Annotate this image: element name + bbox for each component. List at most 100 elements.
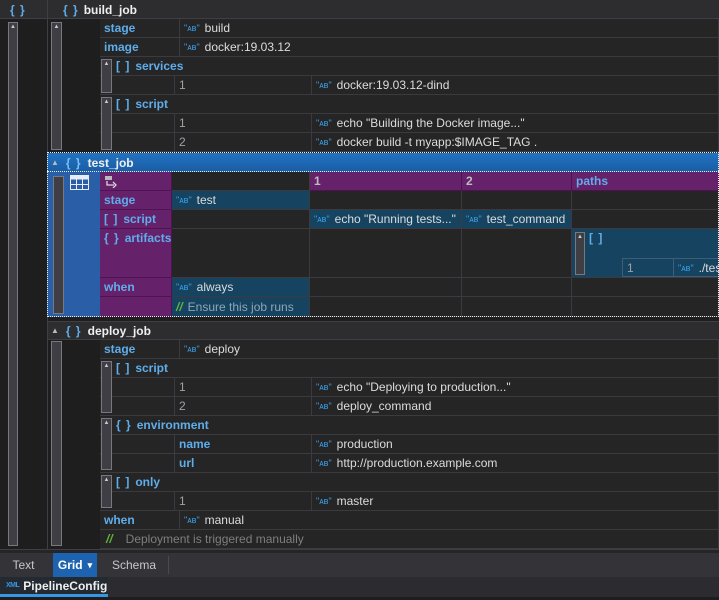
object-icon: { } [66,156,82,170]
collapse-arrow-icon[interactable]: ▲ [51,158,59,167]
build-image-key-cell[interactable]: image [100,38,180,57]
build-image-value-cell[interactable]: "ᴀʙ" docker:19.03.12 [180,38,719,57]
key-label: only [135,475,160,489]
empty-cell[interactable] [572,297,719,317]
empty-cell[interactable] [462,191,572,210]
deploy-script-item1-value-cell[interactable]: "ᴀʙ" echo "Deploying to production..." [312,378,719,397]
empty-cell[interactable] [310,191,462,210]
tab-label: Schema [112,558,156,572]
value-text: deploy_command [337,399,432,413]
empty-cell[interactable] [462,229,572,278]
test-script-item2-cell[interactable]: "ᴀʙ" test_command [462,210,572,229]
value-text: echo "Deploying to production..." [337,380,511,394]
collapse-arrow-icon: ▲ [102,477,111,484]
array-icon: [ ] [104,212,118,226]
only-item-value-cell[interactable]: "ᴀʙ" master [312,492,719,511]
test-table-corner-cell[interactable] [100,172,172,191]
empty-cell[interactable] [172,229,310,278]
root-collapse-bar[interactable]: ▲ [8,22,18,546]
string-type-icon: "ᴀʙ" [466,214,482,224]
test-when-key-cell[interactable]: when [100,278,172,297]
build-script-item2-index-cell[interactable]: 2 [175,133,312,152]
test-when-value-cell[interactable]: "ᴀʙ" always [172,278,310,297]
json-grid-editor: { } { } build_job ▲ ▲ stage "ᴀʙ" build i… [0,0,719,600]
build-stage-key-cell[interactable]: stage [100,19,180,38]
deploy-script-header-cell[interactable]: [ ] script [100,359,719,378]
test-when-comment-cell[interactable]: // Ensure this job runs [172,297,310,317]
table-view-icon[interactable] [70,175,89,190]
tab-text[interactable]: Text [0,553,47,577]
collapse-arrow-icon[interactable]: ▲ [51,326,59,335]
tab-schema[interactable]: Schema [103,553,165,577]
key-label: script [135,361,168,375]
test-comment-gutter-cell[interactable] [100,297,172,317]
deploy-script-item1-index-cell[interactable]: 1 [175,378,312,397]
paths-item-index-cell[interactable]: 1 [622,258,674,277]
test-job-collapse-bar[interactable] [53,176,64,314]
deploy-job-header[interactable]: ▲ { } deploy_job [48,321,719,340]
build-script-item1-index-cell[interactable]: 1 [175,114,312,133]
empty-cell[interactable] [462,278,572,297]
build-job-header[interactable]: { } build_job [48,0,719,19]
file-tab-pipelineconfig[interactable]: XML PipelineConfig [0,577,108,597]
deploy-job-collapse-bar[interactable] [51,341,62,546]
test-script-key-cell[interactable]: [ ] script [100,210,172,229]
empty-cell[interactable] [462,297,572,317]
environment-url-key-cell[interactable]: url [175,454,312,473]
only-item-index-cell[interactable]: 1 [175,492,312,511]
empty-cell[interactable] [310,278,462,297]
empty-cell[interactable] [572,191,719,210]
environment-collapse-bar[interactable]: ▲ [101,418,112,470]
environment-name-key-cell[interactable]: name [175,435,312,454]
build-services-header-cell[interactable]: [ ] services [100,57,719,76]
test-stage-value-cell[interactable]: "ᴀʙ" test [172,191,310,210]
xml-file-icon: XML [6,582,19,589]
environment-url-value-cell[interactable]: "ᴀʙ" http://production.example.com [312,454,719,473]
empty-cell[interactable] [572,278,719,297]
root-object-cell[interactable]: { } [0,0,47,19]
deploy-script-item2-index-cell[interactable]: 2 [175,397,312,416]
build-job-collapse-bar[interactable]: ▲ [51,22,62,150]
test-table-colA-header[interactable] [172,172,310,191]
deploy-stage-value-cell[interactable]: "ᴀʙ" deploy [180,340,719,359]
empty-cell[interactable] [172,210,310,229]
collapse-arrow-icon: ▲ [576,234,584,241]
deploy-script-item2-value-cell[interactable]: "ᴀʙ" deploy_command [312,397,719,416]
key-label: environment [137,418,209,432]
string-type-icon: "ᴀʙ" [678,263,694,273]
build-stage-value-cell[interactable]: "ᴀʙ" build [180,19,719,38]
build-script-collapse-bar[interactable]: ▲ [101,97,112,150]
test-stage-key-cell[interactable]: stage [100,191,172,210]
test-table-col2-header[interactable]: 2 [462,172,572,191]
artifacts-paths-collapse-bar[interactable]: ▲ [575,232,585,275]
build-script-item2-value-cell[interactable]: "ᴀʙ" docker build -t myapp:$IMAGE_TAG . [312,133,719,152]
deploy-only-header-cell[interactable]: [ ] only [100,473,719,492]
test-job-header[interactable]: ▲ { } test_job [47,153,719,172]
paths-item-value-cell[interactable]: "ᴀʙ" ./test [674,258,719,277]
environment-name-value-cell[interactable]: "ᴀʙ" production [312,435,719,454]
deploy-environment-header-cell[interactable]: { } environment [100,416,719,435]
deploy-when-value-cell[interactable]: "ᴀʙ" manual [180,511,719,530]
array-icon: [ ] [589,231,603,245]
deploy-script-collapse-bar[interactable]: ▲ [101,361,112,413]
test-script-item1-cell[interactable]: "ᴀʙ" echo "Running tests..." [310,210,462,229]
build-script-header-cell[interactable]: [ ] script [100,95,719,114]
deploy-when-comment-cell[interactable]: // Deployment is triggered manually [100,530,719,549]
deploy-stage-key-cell[interactable]: stage [100,340,180,359]
deploy-when-key-cell[interactable]: when [100,511,180,530]
test-artifacts-key-cell[interactable]: { } artifacts [100,229,172,278]
services-collapse-bar[interactable]: ▲ [101,59,112,93]
test-table-col1-header[interactable]: 1 [310,172,462,191]
empty-cell[interactable] [310,297,462,317]
index-label: 1 [179,78,186,92]
build-script-item1-value-cell[interactable]: "ᴀʙ" echo "Building the Docker image..." [312,114,719,133]
services-item-value-cell[interactable]: "ᴀʙ" docker:19.03.12-dind [312,76,719,95]
test-table-paths-header[interactable]: paths [572,172,719,191]
empty-cell[interactable] [572,210,719,229]
column-label: 2 [466,174,473,188]
collapse-arrow-icon: ▲ [102,99,111,106]
tab-grid[interactable]: Grid ▾ [53,553,97,577]
only-collapse-bar[interactable]: ▲ [101,475,112,508]
services-item-index-cell[interactable]: 1 [175,76,312,95]
empty-cell[interactable] [310,229,462,278]
